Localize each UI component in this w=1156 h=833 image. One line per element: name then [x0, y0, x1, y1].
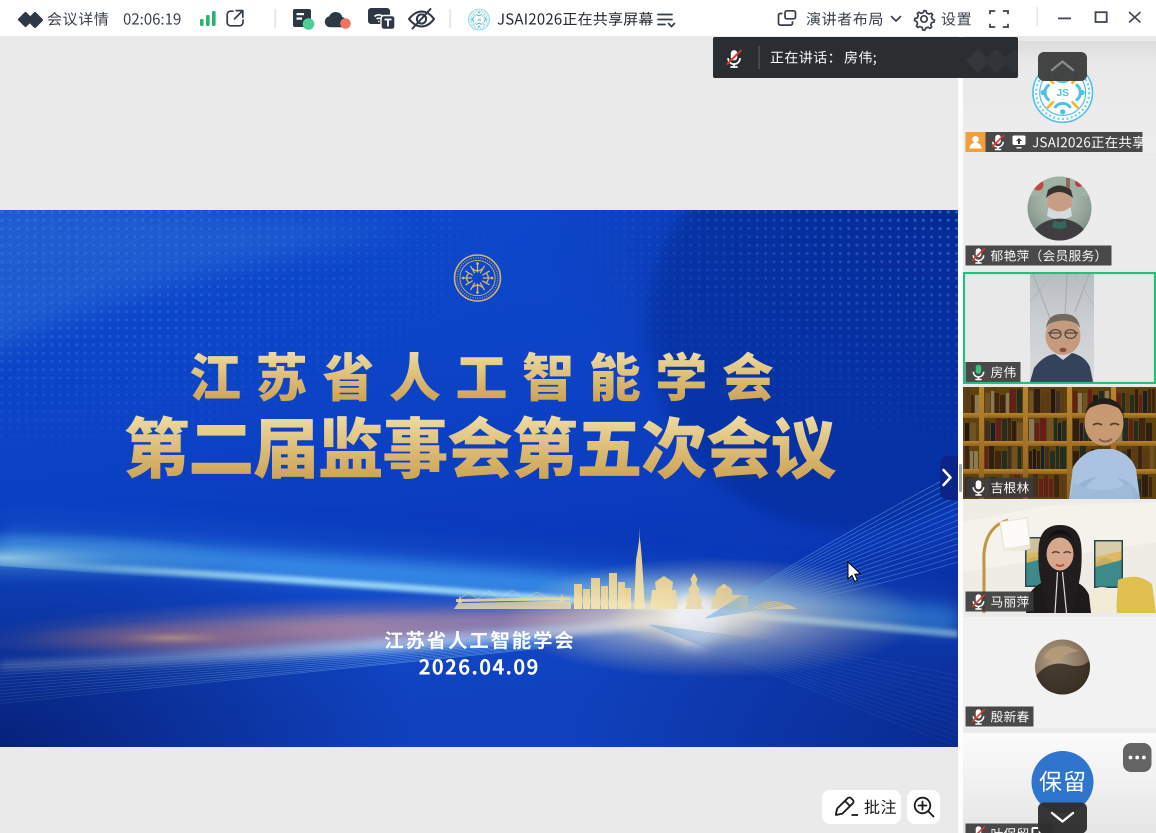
svg-text:JS: JS: [1056, 88, 1069, 99]
svg-text:JS: JS: [477, 18, 482, 22]
